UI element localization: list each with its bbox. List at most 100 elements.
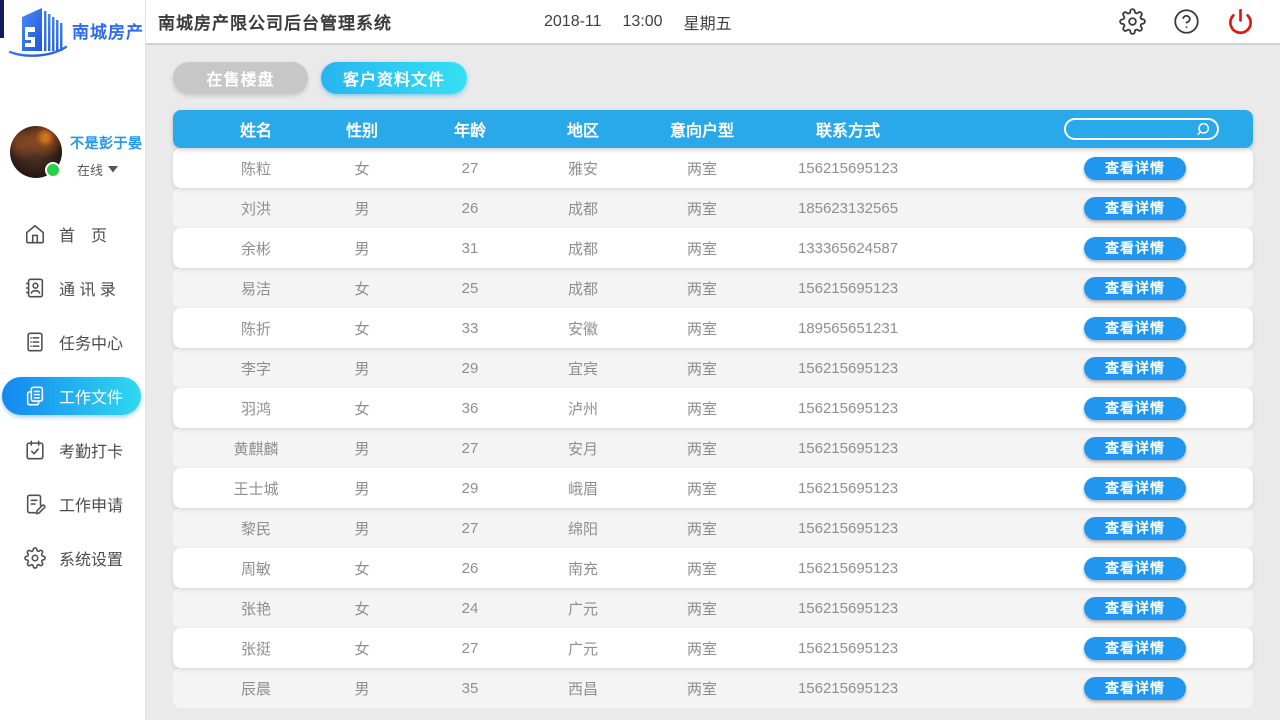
date-label: 2018-11 [544, 12, 602, 30]
view-details-button[interactable]: 查看详情 [1084, 516, 1186, 540]
cell-name: 陈折 [240, 320, 271, 338]
gear-icon [1119, 8, 1146, 35]
view-details-button[interactable]: 查看详情 [1084, 476, 1186, 500]
cell-type: 两室 [686, 360, 717, 378]
search-input[interactable] [1076, 121, 1195, 137]
cell-gender: 男 [354, 240, 370, 258]
sidebar-item-edit-doc[interactable]: 工作申请 [0, 477, 145, 531]
cell-type: 两室 [686, 680, 717, 698]
table-row: 易洁 女 25 成都 两室 156215695123 查看详情 [173, 268, 1253, 308]
cell-age: 25 [461, 279, 479, 297]
time-label: 13:00 [622, 12, 663, 30]
cell-gender: 女 [354, 160, 370, 178]
cell-type: 两室 [686, 480, 717, 498]
view-details-button[interactable]: 查看详情 [1084, 236, 1186, 260]
cell-gender: 男 [354, 200, 370, 218]
tab-properties-on-sale[interactable]: 在售楼盘 [173, 62, 308, 94]
table-row: 刘洪 男 26 成都 两室 185623132565 查看详情 [173, 188, 1253, 228]
sidebar-item-label: 考勤打卡 [59, 444, 124, 461]
cell-region: 南充 [567, 560, 598, 578]
view-details-button[interactable]: 查看详情 [1084, 396, 1186, 420]
cell-phone: 156215695123 [797, 359, 899, 377]
cell-age: 26 [461, 199, 479, 217]
sidebar-item-documents[interactable]: 工作文件 [2, 377, 141, 415]
power-icon [1229, 8, 1252, 35]
column-header-name: 姓名 [239, 123, 272, 140]
cell-action: 查看详情 [933, 348, 1253, 388]
column-header-phone: 联系方式 [815, 123, 880, 140]
cell-action: 查看详情 [933, 428, 1253, 468]
sidebar-menu: 首 页通 讯 录任务中心工作文件考勤打卡工作申请系统设置 [0, 207, 145, 585]
view-details-button[interactable]: 查看详情 [1084, 316, 1186, 340]
power-button[interactable] [1227, 8, 1254, 35]
table-row: 陈粒 女 27 雅安 两室 156215695123 查看详情 [173, 148, 1253, 188]
cell-type: 两室 [686, 200, 717, 218]
cell-phone: 156215695123 [797, 559, 899, 577]
cell-region: 峨眉 [567, 480, 598, 498]
view-details-button[interactable]: 查看详情 [1084, 436, 1186, 460]
cell-name: 张挺 [240, 640, 271, 658]
cell-action: 查看详情 [933, 508, 1253, 548]
help-button[interactable] [1173, 8, 1200, 35]
cell-name: 李字 [240, 360, 271, 378]
cell-phone: 156215695123 [797, 679, 899, 697]
cell-region: 成都 [567, 200, 598, 218]
cell-action: 查看详情 [933, 668, 1253, 708]
sidebar-item-label: 系统设置 [59, 552, 124, 569]
cell-age: 27 [461, 519, 479, 537]
table-row: 羽鸿 女 36 泸州 两室 156215695123 查看详情 [173, 388, 1253, 428]
cell-gender: 女 [354, 640, 370, 658]
cell-type: 两室 [686, 600, 717, 618]
avatar[interactable] [10, 126, 62, 178]
status-selector[interactable]: 在线 [77, 160, 143, 179]
cell-gender: 男 [354, 520, 370, 538]
cell-gender: 女 [354, 560, 370, 578]
cell-gender: 男 [354, 480, 370, 498]
search-icon[interactable] [1195, 121, 1211, 137]
cell-name: 羽鸿 [240, 400, 271, 418]
cell-phone: 156215695123 [797, 439, 899, 457]
view-details-button[interactable]: 查看详情 [1084, 596, 1186, 620]
view-details-button[interactable]: 查看详情 [1084, 676, 1186, 700]
sidebar-item-home[interactable]: 首 页 [0, 207, 145, 261]
company-logo-icon [8, 7, 68, 57]
cell-region: 成都 [567, 240, 598, 258]
cell-age: 31 [461, 239, 479, 257]
sidebar-item-label: 工作文件 [59, 390, 124, 407]
tab-customer-files[interactable]: 客户资料文件 [321, 62, 468, 94]
cell-region: 宜宾 [567, 360, 598, 378]
cell-name: 周敏 [240, 560, 271, 578]
cell-type: 两室 [686, 520, 717, 538]
sidebar-item-contacts[interactable]: 通 讯 录 [0, 261, 145, 315]
cell-phone: 156215695123 [797, 599, 899, 617]
sidebar-item-task-list[interactable]: 任务中心 [0, 315, 145, 369]
cell-name: 张艳 [240, 600, 271, 618]
cell-action: 查看详情 [933, 148, 1253, 188]
home-icon [25, 224, 45, 244]
cell-phone: 189565651231 [797, 319, 899, 337]
cell-age: 27 [461, 159, 479, 177]
view-details-button[interactable]: 查看详情 [1084, 156, 1186, 180]
view-details-button[interactable]: 查看详情 [1084, 356, 1186, 380]
window-accent-strip [0, 0, 4, 38]
view-details-button[interactable]: 查看详情 [1084, 556, 1186, 580]
cell-phone: 156215695123 [797, 639, 899, 657]
view-details-button[interactable]: 查看详情 [1084, 276, 1186, 300]
view-details-button[interactable]: 查看详情 [1084, 636, 1186, 660]
cell-phone: 156215695123 [797, 279, 899, 297]
cell-gender: 男 [354, 440, 370, 458]
contacts-icon [25, 278, 44, 298]
cell-phone: 156215695123 [797, 479, 899, 497]
settings-button[interactable] [1119, 8, 1146, 35]
sidebar-item-gear[interactable]: 系统设置 [0, 531, 145, 585]
cell-type: 两室 [686, 280, 717, 298]
tab-bar: 在售楼盘 客户资料文件 [173, 62, 1280, 94]
cell-type: 两室 [686, 320, 717, 338]
page-title: 南城房产限公司后台管理系统 [158, 14, 392, 33]
cell-action: 查看详情 [933, 548, 1253, 588]
view-details-button[interactable]: 查看详情 [1084, 196, 1186, 220]
cell-name: 辰晨 [240, 680, 271, 698]
sidebar-item-calendar-check[interactable]: 考勤打卡 [0, 423, 145, 477]
status-label: 在线 [77, 163, 104, 178]
brand-name: 南城房产 [72, 23, 144, 42]
